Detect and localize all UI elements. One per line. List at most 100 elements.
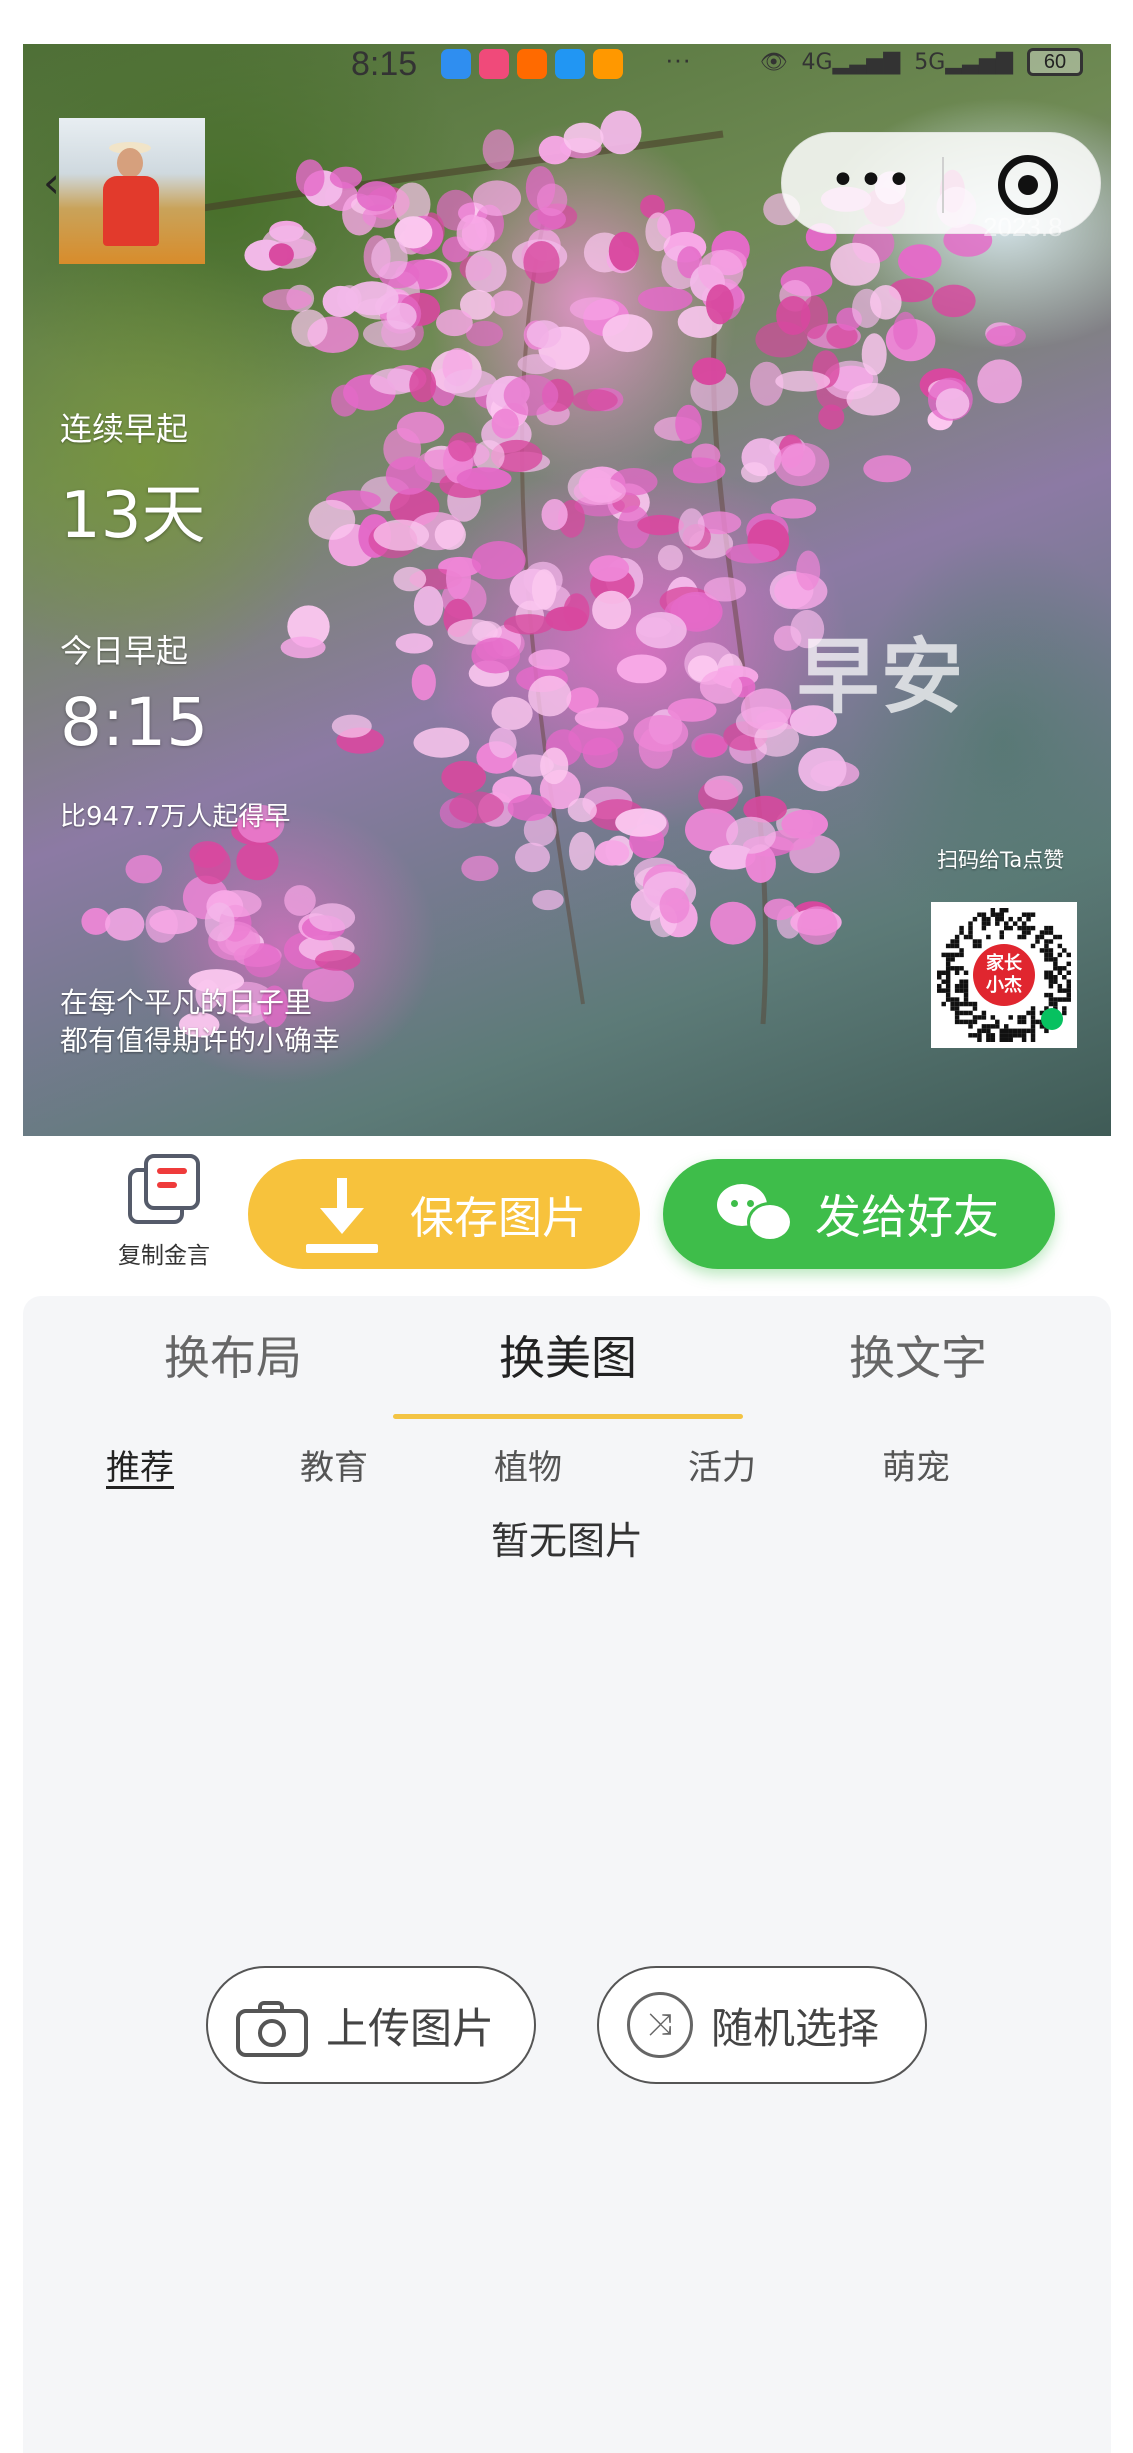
qr-module bbox=[999, 930, 1004, 935]
random-select-button[interactable]: ⤨ 随机选择 bbox=[597, 1966, 927, 2084]
qr-module bbox=[972, 1001, 978, 1007]
qr-module bbox=[981, 916, 987, 922]
flower-petal bbox=[540, 747, 569, 785]
subtab-energy[interactable]: 活力 bbox=[652, 1440, 792, 1489]
flower-petal bbox=[507, 794, 552, 821]
camera-icon bbox=[236, 1999, 308, 2057]
flower-petal bbox=[659, 887, 690, 924]
flower-petal bbox=[490, 290, 523, 317]
tab-change-layout[interactable]: 换布局 bbox=[73, 1322, 393, 1388]
subtab-recommended[interactable]: 推荐 bbox=[70, 1440, 210, 1489]
streak-value: 13天 bbox=[60, 479, 206, 553]
flower-petal bbox=[616, 654, 667, 684]
qr-module bbox=[1039, 930, 1045, 935]
qr-module bbox=[999, 912, 1004, 917]
qr-module bbox=[990, 912, 996, 917]
qr-module bbox=[968, 930, 973, 935]
flower-petal bbox=[898, 244, 942, 279]
flower-petal bbox=[331, 384, 359, 417]
flower-petal bbox=[448, 432, 477, 462]
flower-petal bbox=[703, 577, 747, 602]
qr-module bbox=[981, 925, 987, 931]
flower-petal bbox=[931, 284, 976, 318]
subtab-pets[interactable]: 萌宠 bbox=[846, 1440, 986, 1489]
save-image-button[interactable]: 保存图片 bbox=[248, 1159, 640, 1269]
app-notification-icon bbox=[555, 49, 585, 79]
copy-quote-button[interactable]: 复制金言 bbox=[104, 1154, 224, 1274]
qr-module bbox=[1012, 921, 1018, 926]
flower-petal bbox=[491, 696, 533, 730]
card-date: 2023.8 bbox=[983, 212, 1063, 242]
qr-module bbox=[1017, 916, 1022, 922]
avatar-head bbox=[117, 148, 143, 178]
qr-module bbox=[1066, 997, 1071, 1002]
qr-module bbox=[1021, 1019, 1027, 1025]
qr-module bbox=[1030, 925, 1036, 931]
flower-petal bbox=[532, 889, 564, 911]
shuffle-icon: ⤨ bbox=[627, 1992, 693, 2058]
flower-petal bbox=[870, 285, 902, 320]
flower-petal bbox=[515, 842, 550, 873]
subtab-education[interactable]: 教育 bbox=[264, 1440, 404, 1489]
avatar-body bbox=[103, 176, 159, 246]
qr-module bbox=[1004, 1037, 1009, 1042]
wechat-bubble-small bbox=[747, 1202, 793, 1242]
qr-module bbox=[1030, 1006, 1036, 1011]
qr-module bbox=[937, 983, 942, 989]
qr-module bbox=[1044, 939, 1049, 944]
flower-petal bbox=[385, 456, 433, 495]
back-chevron-icon[interactable]: ‹ bbox=[43, 162, 60, 204]
qr-module bbox=[959, 925, 964, 931]
qr-module bbox=[954, 1001, 960, 1007]
qr-module bbox=[995, 912, 1000, 917]
flower-petal bbox=[204, 902, 235, 942]
qr-module bbox=[941, 979, 946, 984]
copy-document-icon bbox=[124, 1154, 204, 1226]
qr-module bbox=[959, 983, 964, 989]
qr-module bbox=[999, 908, 1004, 913]
tab-change-text[interactable]: 换文字 bbox=[758, 1322, 1078, 1388]
send-to-friend-button[interactable]: 发给好友 bbox=[663, 1159, 1055, 1269]
qr-module bbox=[1026, 912, 1031, 917]
qr-module bbox=[995, 1024, 1000, 1029]
flower-petal bbox=[517, 354, 557, 375]
more-options-icon[interactable]: ••• bbox=[830, 159, 914, 203]
qr-module bbox=[945, 988, 951, 993]
flower-petal bbox=[395, 633, 433, 654]
flower-petal bbox=[699, 670, 743, 704]
qr-module bbox=[972, 1019, 978, 1025]
qr-module bbox=[1030, 1024, 1036, 1029]
flower-petal bbox=[491, 408, 519, 439]
avatar[interactable] bbox=[59, 118, 205, 264]
flower-petal bbox=[569, 297, 620, 321]
flower-petal bbox=[574, 707, 629, 729]
flower-petal bbox=[893, 311, 918, 350]
qr-module bbox=[1044, 943, 1049, 949]
qr-module bbox=[977, 1037, 982, 1042]
qr-module bbox=[1062, 975, 1067, 980]
qr-module bbox=[977, 943, 982, 949]
battery-icon: 60 bbox=[1027, 48, 1083, 76]
qr-module bbox=[1030, 1033, 1036, 1038]
qr-module bbox=[968, 934, 973, 940]
today-label: 今日早起 bbox=[60, 632, 189, 670]
qr-module bbox=[1030, 1028, 1036, 1034]
qr-module bbox=[1053, 934, 1058, 940]
qr-module bbox=[950, 952, 955, 958]
signal-icon: 4G▂▃▅▇ bbox=[801, 49, 901, 75]
qr-module bbox=[954, 943, 960, 949]
qr-module bbox=[1066, 979, 1071, 984]
random-select-label: 随机选择 bbox=[711, 2003, 880, 2053]
subtab-plants[interactable]: 植物 bbox=[458, 1440, 598, 1489]
qr-module bbox=[950, 957, 955, 962]
qr-module bbox=[1062, 948, 1067, 953]
greeting-text: 早安 bbox=[797, 630, 966, 725]
close-target-icon[interactable] bbox=[998, 155, 1058, 215]
flower-petal bbox=[503, 374, 559, 416]
upload-image-button[interactable]: 上传图片 bbox=[206, 1966, 536, 2084]
tab-change-image[interactable]: 换美图 bbox=[408, 1322, 728, 1388]
qr-module bbox=[1057, 997, 1063, 1002]
qr-module bbox=[1021, 934, 1027, 940]
flower-petal bbox=[796, 550, 821, 591]
flower-petal bbox=[356, 181, 397, 212]
